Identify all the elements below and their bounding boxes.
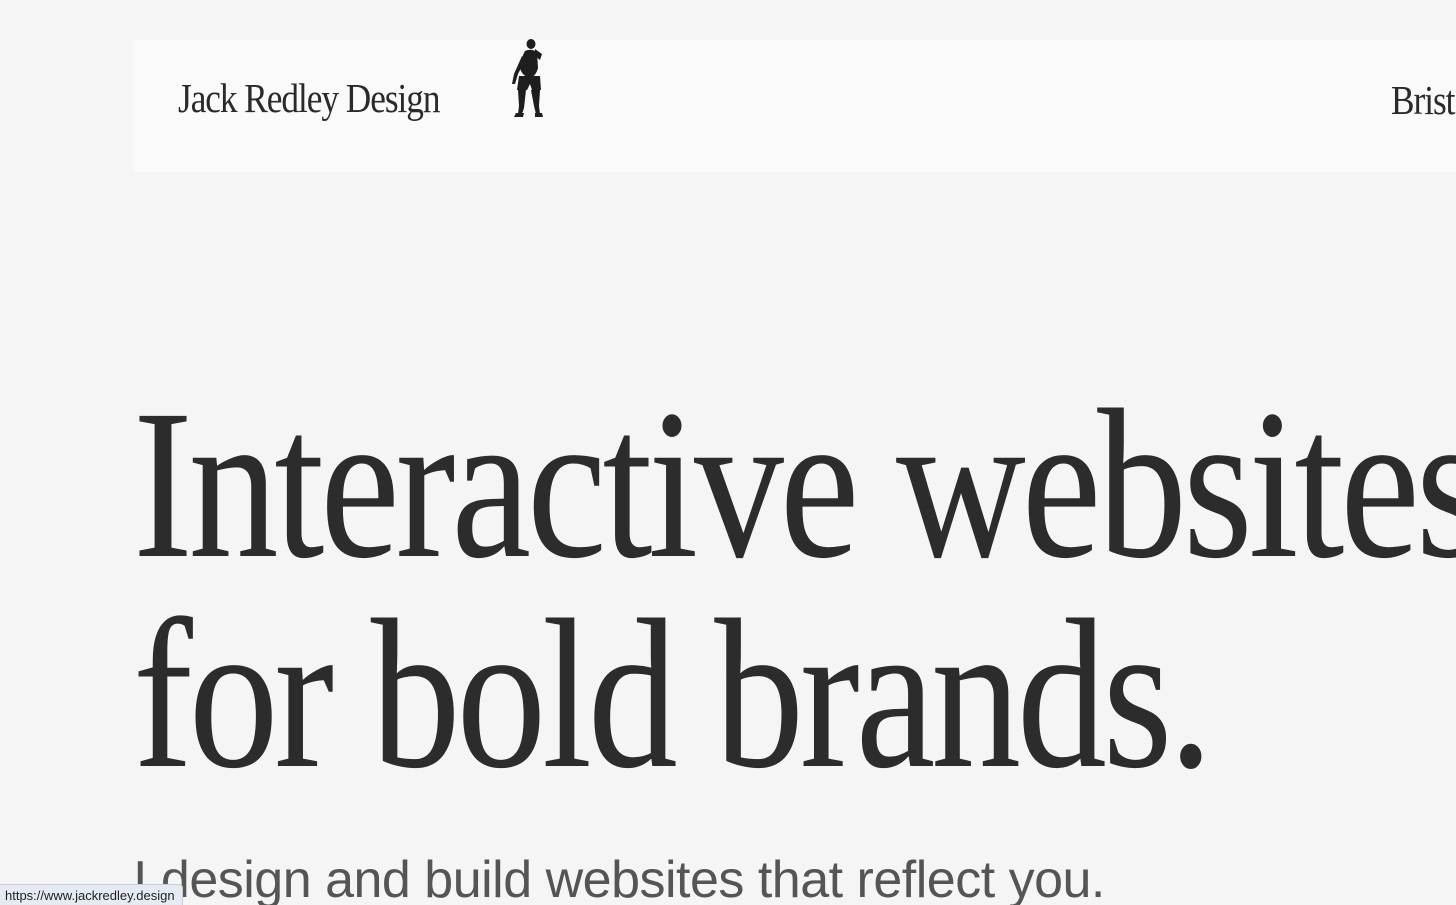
hero-line-1: Interactive websites [133, 366, 1456, 603]
dancer-figure-icon [512, 39, 543, 117]
location-link[interactable]: Brist [1391, 80, 1455, 121]
logo-link[interactable]: Jack Redley Design [178, 72, 482, 119]
logo-text: Jack Redley Design [178, 75, 441, 121]
hero-heading: Interactive websites for bold brands. [133, 366, 1456, 813]
hero-line-2: for bold brands. [133, 576, 1213, 813]
status-bar-url: https://www.jackredley.design [0, 884, 183, 905]
hero-subheading: I design and build websites that reflect… [133, 851, 1105, 905]
page: Jack Redley Design Brist Interactive web… [0, 0, 1456, 905]
site-header: Jack Redley Design Brist [133, 39, 1456, 172]
